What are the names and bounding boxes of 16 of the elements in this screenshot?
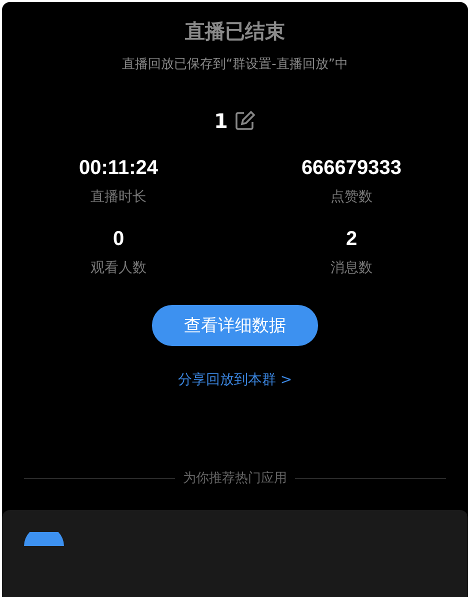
stat-value: 00:11:24 — [79, 157, 158, 180]
stat-label: 直播时长 — [90, 188, 146, 206]
stat-label: 观看人数 — [90, 259, 146, 277]
edit-icon[interactable] — [234, 110, 256, 132]
view-details-button[interactable]: 查看详细数据 — [152, 305, 318, 346]
stat-label: 点赞数 — [330, 188, 372, 206]
app-icon — [24, 532, 64, 546]
page-title: 直播已结束 — [185, 18, 285, 45]
stat-label: 消息数 — [330, 259, 372, 277]
stat-value: 0 — [112, 228, 124, 251]
stat-value: 666679333 — [301, 157, 402, 180]
live-name: 1 — [214, 109, 228, 133]
subtitle: 直播回放已保存到“群设置-直播回放”中 — [122, 56, 348, 73]
share-replay-link[interactable]: 分享回放到本群 > — [178, 371, 292, 389]
stat-value: 2 — [346, 228, 358, 251]
recommend-heading: 为你推荐热门应用 — [183, 470, 287, 487]
